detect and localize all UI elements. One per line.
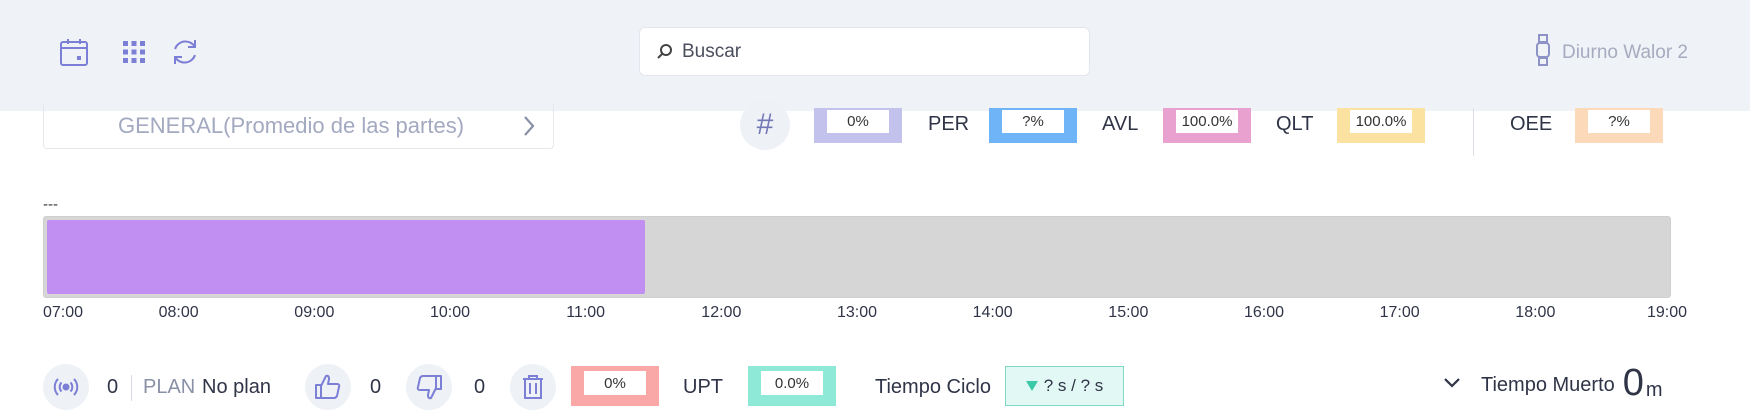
count-metric-value: 0% bbox=[827, 110, 889, 133]
timeline-tick-label: 11:00 bbox=[566, 304, 606, 321]
thumbs-up-icon[interactable] bbox=[305, 364, 351, 410]
timeline-tick-label: 14:00 bbox=[972, 304, 1013, 321]
timeline-tick-label: 18:00 bbox=[1515, 304, 1556, 321]
upt-value: 0.0% bbox=[761, 371, 823, 395]
divider bbox=[1473, 108, 1474, 156]
oee-label: OEE bbox=[1510, 113, 1553, 135]
grid-menu-icon[interactable] bbox=[114, 32, 154, 72]
triangle-down-icon bbox=[1025, 376, 1038, 396]
calendar-icon[interactable] bbox=[54, 32, 94, 72]
part-selector-label: GENERAL(Promedio de las partes) bbox=[118, 113, 465, 138]
dead-time-value: 0 bbox=[1622, 362, 1644, 404]
part-selector[interactable]: GENERAL(Promedio de las partes) bbox=[43, 104, 554, 149]
user-name: Diurno Walor 2 bbox=[1561, 42, 1688, 63]
signal-icon[interactable] bbox=[43, 364, 89, 410]
avl-label: AVL bbox=[1102, 113, 1139, 135]
chevron-right-icon bbox=[519, 113, 539, 144]
upt-badge: 0.0% bbox=[748, 366, 836, 406]
divider bbox=[131, 375, 132, 401]
qlt-metric: 100.0% bbox=[1337, 108, 1425, 143]
scrap-badge: 0% bbox=[571, 366, 659, 406]
per-label: PER bbox=[928, 113, 970, 135]
qlt-label: QLT bbox=[1276, 113, 1314, 135]
scrap-value: 0% bbox=[584, 371, 646, 395]
bad-count: 0 bbox=[474, 376, 486, 398]
thumbs-down-icon[interactable] bbox=[406, 364, 452, 410]
timeline-tick-label: 07:00 bbox=[43, 304, 84, 321]
timeline-tick-label: 08:00 bbox=[158, 304, 199, 321]
dead-time-label: Tiempo Muerto bbox=[1481, 374, 1615, 396]
timeline-tick-label: 10:00 bbox=[429, 304, 471, 321]
timeline-tick-label: 09:00 bbox=[294, 304, 335, 321]
trash-icon[interactable] bbox=[510, 364, 556, 410]
timeline-tick-label: 15:00 bbox=[1108, 304, 1149, 321]
plan-value: No plan bbox=[202, 376, 271, 398]
timeline-tick-label: 12:00 bbox=[701, 304, 742, 321]
chevron-down-icon bbox=[1443, 376, 1461, 394]
upt-label: UPT bbox=[683, 376, 723, 398]
hash-icon[interactable]: # bbox=[740, 100, 790, 150]
avl-metric: 100.0% bbox=[1163, 108, 1251, 143]
avl-metric-value: 100.0% bbox=[1176, 110, 1238, 133]
oee-metric: ?% bbox=[1575, 108, 1663, 143]
search-box[interactable] bbox=[639, 27, 1090, 76]
count-metric: 0% bbox=[814, 108, 902, 143]
signal-count: 0 bbox=[107, 376, 119, 398]
timeline-tick-label: 17:00 bbox=[1379, 304, 1420, 321]
per-metric: ?% bbox=[989, 108, 1077, 143]
cycle-label: Tiempo Ciclo bbox=[875, 376, 991, 398]
top-bar: Diurno Walor 2 bbox=[0, 0, 1750, 111]
dead-time-unit: m bbox=[1645, 379, 1663, 401]
oee-metric-value: ?% bbox=[1588, 110, 1650, 133]
cycle-time-badge[interactable]: ? s / ? s bbox=[1005, 366, 1124, 406]
dead-time[interactable]: Tiempo Muerto 0 m bbox=[1443, 364, 1663, 402]
good-count: 0 bbox=[370, 376, 382, 398]
refresh-icon[interactable] bbox=[165, 32, 205, 72]
timeline-tick-label: 19:00 bbox=[1646, 304, 1688, 321]
qlt-metric-value: 100.0% bbox=[1350, 110, 1412, 133]
timeline-header: --- bbox=[43, 196, 58, 213]
plan-label: PLAN bbox=[143, 376, 196, 398]
per-metric-value: ?% bbox=[1002, 110, 1064, 133]
timeline-active-segment[interactable] bbox=[47, 220, 646, 294]
timeline-tick-label: 13:00 bbox=[836, 304, 878, 321]
timeline-tick-label: 16:00 bbox=[1243, 304, 1285, 321]
search-icon bbox=[656, 43, 674, 61]
cycle-time-value: ? s / ? s bbox=[1043, 376, 1104, 395]
watch-icon bbox=[1534, 34, 1552, 72]
search-input[interactable] bbox=[682, 40, 1042, 63]
production-timeline[interactable] bbox=[43, 216, 1671, 298]
user-menu[interactable]: Diurno Walor 2 bbox=[1534, 34, 1688, 72]
